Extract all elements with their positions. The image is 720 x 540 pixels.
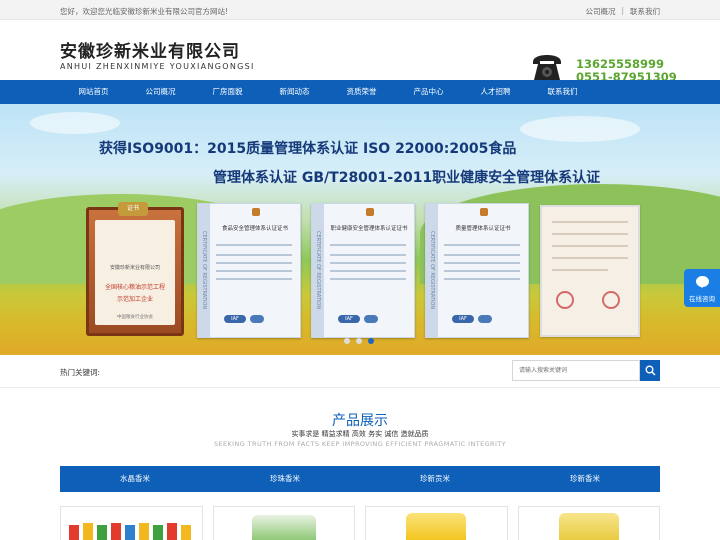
top-links: 公司概况 | 联系我们 xyxy=(585,6,660,17)
certificate-quality: CERTIFICATE OF REGISTRATION 质量管理体系认证证书 I… xyxy=(425,203,529,338)
plaque-issuer: 中国粮食行业协会 xyxy=(117,315,153,320)
company-name[interactable]: 安徽珍新米业有限公司 xyxy=(60,37,240,62)
nav-item-news[interactable]: 新闻动态 xyxy=(261,80,328,104)
chat-bubble-icon xyxy=(696,276,709,288)
plaque-line2: 示范加工企业 xyxy=(116,296,153,303)
cert-logo-icon xyxy=(252,208,260,216)
slider-dot-3[interactable] xyxy=(368,338,374,344)
section-subtitle: 实事求是 精益求精 高效 务实 诚信 造就品质 xyxy=(291,430,429,438)
iaf-mark: IAF xyxy=(338,315,360,323)
plaque-company: 安徽珍新米业有限公司 xyxy=(109,265,160,271)
category-tab-tribute-rice[interactable]: 珍新贡米 xyxy=(360,466,510,492)
nav-item-about[interactable]: 公司概况 xyxy=(127,80,194,104)
top-bar: 您好，欢迎您光临安徽珍新米业有限公司官方网站! 公司概况 | 联系我们 xyxy=(0,0,720,20)
certificate-band: CERTIFICATE OF REGISTRATION xyxy=(312,204,324,337)
search-bar: 热门关键词: xyxy=(0,355,720,388)
top-link-about[interactable]: 公司概况 xyxy=(585,6,615,17)
plaque-seal: 证书 xyxy=(118,202,148,216)
banner-title-line2: 管理体系认证 GB/T28001-2011职业健康安全管理体系认证 xyxy=(213,170,601,186)
honor-plaque: 证书 安徽珍新米业有限公司 全国核心粮油示范工程 示范加工企业 中国粮食行业协会 xyxy=(86,202,184,336)
iaf-mark: IAF xyxy=(452,315,474,323)
search-button[interactable] xyxy=(640,360,660,381)
section-subtitle-en: SEEKING TRUTH FROM FACTS KEEP IMPROVING … xyxy=(213,440,507,448)
welcome-text: 您好，欢迎您光临安徽珍新米业有限公司官方网站! xyxy=(60,7,229,16)
cloud xyxy=(30,112,120,134)
nav-item-products[interactable]: 产品中心 xyxy=(395,80,462,104)
nav-item-factory[interactable]: 厂房面貌 xyxy=(194,80,261,104)
section-title: 产品展示 xyxy=(332,413,388,429)
certificate-title: 职业健康安全管理体系认证证书 xyxy=(330,226,408,232)
nav-item-home[interactable]: 网站首页 xyxy=(60,80,127,104)
product-card[interactable] xyxy=(212,506,355,540)
top-link-separator: | xyxy=(621,6,624,15)
cnas-mark xyxy=(478,315,492,323)
certificate-title: 食品安全管理体系认证证书 xyxy=(221,226,288,232)
telephone-icon xyxy=(533,55,561,80)
cert-logo-icon xyxy=(366,208,374,216)
category-tab-pearl-rice[interactable]: 珍珠香米 xyxy=(210,466,360,492)
company-name-en: ANHUI ZHENXINMIYE YOUXIANGONGSI xyxy=(60,62,255,71)
site-header: 安徽珍新米业有限公司 ANHUI ZHENXINMIYE YOUXIANGONG… xyxy=(0,20,720,84)
cert-logo-icon xyxy=(480,208,488,216)
product-image xyxy=(406,513,466,540)
cnas-mark xyxy=(250,315,264,323)
banner-title-line1: 获得ISO9001：2015质量管理体系认证 ISO 22000:2005食品 xyxy=(99,141,517,157)
certificate-document xyxy=(540,205,640,337)
search-input[interactable] xyxy=(512,360,640,381)
online-consult-button[interactable]: 在线咨询 xyxy=(684,269,720,307)
search-icon xyxy=(645,365,656,376)
main-nav: 网站首页 公司概况 厂房面貌 新闻动态 资质荣誉 产品中心 人才招聘 联系我们 xyxy=(0,80,720,104)
product-image xyxy=(251,515,316,540)
product-image xyxy=(558,513,619,540)
certificate-food-safety: CERTIFICATE OF REGISTRATION 食品安全管理体系认证证书… xyxy=(197,203,301,338)
product-category-tabs: 水晶香米 珍珠香米 珍新贡米 珍新香米 xyxy=(60,466,660,492)
slider-dot-1[interactable] xyxy=(344,338,350,344)
certificate-band: CERTIFICATE OF REGISTRATION xyxy=(198,204,210,337)
certificate-band: CERTIFICATE OF REGISTRATION xyxy=(426,204,438,337)
product-card[interactable] xyxy=(365,506,508,540)
nav-item-contact[interactable]: 联系我们 xyxy=(529,80,596,104)
product-grid xyxy=(60,506,660,540)
product-card[interactable] xyxy=(60,506,203,540)
hot-keywords-label: 热门关键词: xyxy=(60,368,101,377)
nav-item-honors[interactable]: 资质荣誉 xyxy=(328,80,395,104)
certificate-title: 质量管理体系认证证书 xyxy=(455,226,511,232)
hero-banner[interactable]: 获得ISO9001：2015质量管理体系认证 ISO 22000:2005食品 … xyxy=(0,104,720,355)
certificate-ohs: CERTIFICATE OF REGISTRATION 职业健康安全管理体系认证… xyxy=(311,203,415,338)
online-consult-label: 在线咨询 xyxy=(689,295,715,303)
cnas-mark xyxy=(364,315,378,323)
nav-item-jobs[interactable]: 人才招聘 xyxy=(462,80,529,104)
cloud xyxy=(520,116,640,142)
product-image xyxy=(69,525,79,540)
plaque-line1: 全国核心粮油示范工程 xyxy=(104,284,165,291)
product-card[interactable] xyxy=(517,506,660,540)
category-tab-crystal-rice[interactable]: 水晶香米 xyxy=(60,466,210,492)
slider-dots xyxy=(344,338,374,344)
iaf-mark: IAF xyxy=(224,315,246,323)
top-link-contact[interactable]: 联系我们 xyxy=(630,6,660,17)
category-tab-fragrant-rice[interactable]: 珍新香米 xyxy=(510,466,660,492)
slider-dot-2[interactable] xyxy=(356,338,362,344)
